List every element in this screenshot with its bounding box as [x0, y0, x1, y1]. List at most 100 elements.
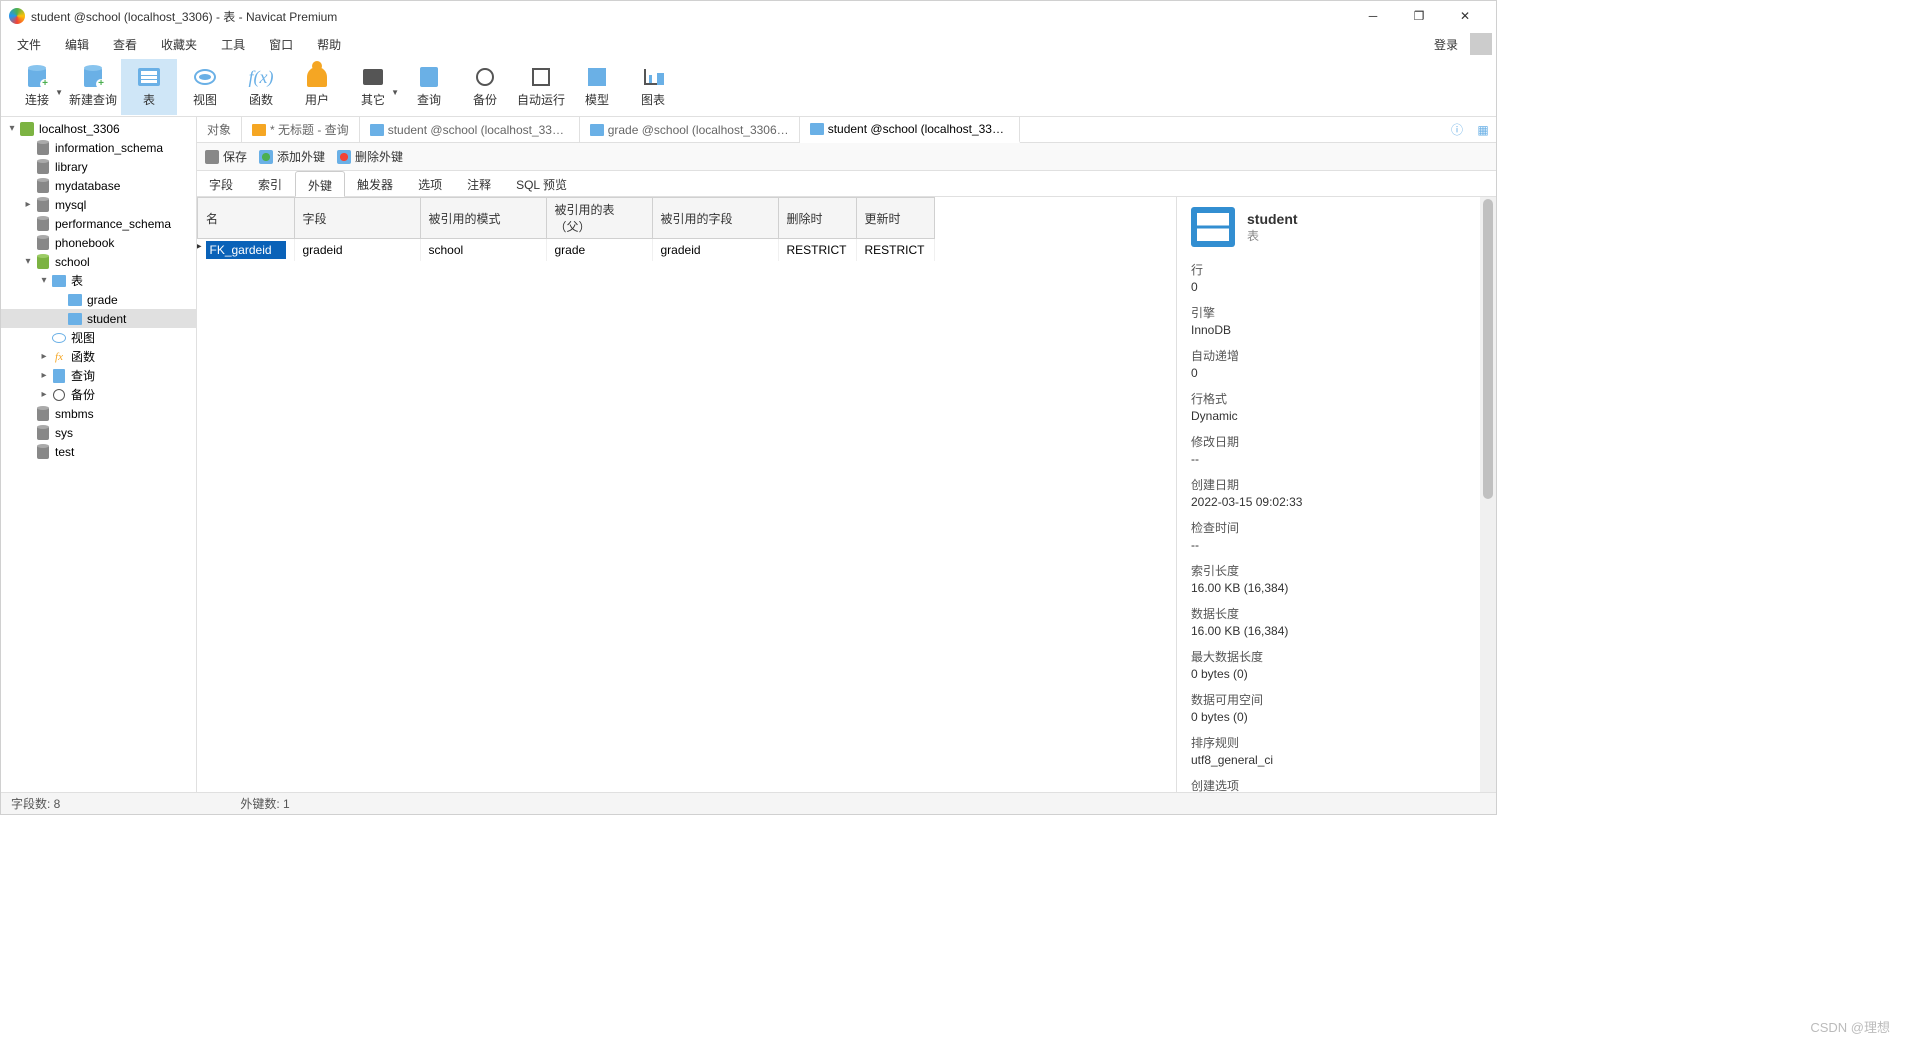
object-type: 表 [1247, 227, 1298, 244]
prop-行格式: 行格式Dynamic [1191, 390, 1482, 423]
toolbar-query[interactable]: 查询 [401, 59, 457, 115]
tab[interactable]: * 无标题 - 查询 [242, 117, 360, 142]
tree-item-mysql[interactable]: ▸mysql [1, 195, 196, 214]
tree-arrow-icon[interactable]: ▸ [37, 351, 51, 362]
tree-item-school[interactable]: ▾school [1, 252, 196, 271]
tab-icon [252, 124, 266, 136]
tree-dbs-icon [35, 140, 51, 156]
fk-row[interactable]: ▸FK_gardeidgradeidschoolgradegradeidREST… [198, 239, 935, 262]
avatar-icon[interactable] [1470, 33, 1492, 55]
tab[interactable]: 对象 [197, 117, 242, 142]
menu-文件[interactable]: 文件 [5, 32, 53, 57]
tree-item-performance_schema[interactable]: performance_schema [1, 214, 196, 233]
toolbar-user[interactable]: 用户 [289, 59, 345, 115]
connection-tree[interactable]: ▾localhost_3306information_schemalibrary… [1, 117, 197, 792]
tree-item-test[interactable]: test [1, 442, 196, 461]
tree-item-mydatabase[interactable]: mydatabase [1, 176, 196, 195]
toolbar-autorun[interactable]: 自动运行 [513, 59, 569, 115]
menu-查看[interactable]: 查看 [101, 32, 149, 57]
tree-qry-icon [51, 368, 67, 384]
save-button[interactable]: 保存 [205, 148, 247, 165]
tree-item-备份[interactable]: ▸备份 [1, 385, 196, 404]
tree-arrow-icon[interactable]: ▾ [37, 275, 51, 286]
tree-item-student[interactable]: student [1, 309, 196, 328]
info-icon[interactable]: ⓘ [1444, 117, 1470, 142]
main-toolbar: +连接▼+新建查询表视图f(x)函数用户其它▼查询备份自动运行模型图表 [1, 57, 1496, 117]
subtab-选项[interactable]: 选项 [406, 171, 455, 196]
toolbar-view[interactable]: 视图 [177, 59, 233, 115]
tree-item-sys[interactable]: sys [1, 423, 196, 442]
col-header[interactable]: 被引用的模式 [420, 198, 546, 239]
fk-name-cell[interactable]: FK_gardeid [206, 241, 286, 259]
connect-icon: + [25, 65, 49, 89]
add-fk-button[interactable]: 添加外键 [259, 148, 325, 165]
subtab-外键[interactable]: 外键 [295, 171, 345, 197]
col-header[interactable]: 被引用的字段 [652, 198, 778, 239]
tree-arrow-icon[interactable]: ▾ [21, 256, 35, 267]
subtab-SQL 预览[interactable]: SQL 预览 [504, 171, 580, 196]
tree-item-library[interactable]: library [1, 157, 196, 176]
designer-subtabs: 字段索引外键触发器选项注释SQL 预览 [197, 171, 1496, 197]
toolbar-newquery[interactable]: +新建查询 [65, 59, 121, 115]
fk-onupdate-cell[interactable]: RESTRICT [856, 239, 934, 262]
properties-scrollbar[interactable] [1480, 197, 1496, 792]
col-header[interactable]: 更新时 [856, 198, 934, 239]
fk-reffield-cell[interactable]: gradeid [652, 239, 778, 262]
prop-自动递增: 自动递增0 [1191, 347, 1482, 380]
tree-arrow-icon[interactable]: ▸ [37, 370, 51, 381]
tab[interactable]: student @school (localhost_3306)... [800, 117, 1020, 143]
subtab-字段[interactable]: 字段 [197, 171, 246, 196]
toolbar-model[interactable]: 模型 [569, 59, 625, 115]
fk-ondelete-cell[interactable]: RESTRICT [778, 239, 856, 262]
tree-item-phonebook[interactable]: phonebook [1, 233, 196, 252]
minimize-button[interactable]: ─ [1350, 1, 1396, 31]
col-header[interactable]: 删除时 [778, 198, 856, 239]
tree-item-视图[interactable]: 视图 [1, 328, 196, 347]
tree-item-查询[interactable]: ▸查询 [1, 366, 196, 385]
subtab-触发器[interactable]: 触发器 [345, 171, 406, 196]
tree-item-smbms[interactable]: smbms [1, 404, 196, 423]
toolbar-other[interactable]: 其它▼ [345, 59, 401, 115]
fk-parent-cell[interactable]: grade [546, 239, 652, 262]
tree-arrow-icon[interactable]: ▸ [21, 199, 35, 210]
close-button[interactable]: ✕ [1442, 1, 1488, 31]
col-header[interactable]: 被引用的表（父） [546, 198, 652, 239]
col-header[interactable]: 字段 [294, 198, 420, 239]
newquery-icon: + [81, 65, 105, 89]
dropdown-icon: ▼ [55, 88, 63, 97]
tab[interactable]: student @school (localhost_3306)... [360, 117, 580, 142]
tree-tbl-icon [67, 292, 83, 308]
menu-收藏夹[interactable]: 收藏夹 [149, 32, 209, 57]
tree-dbs-icon [35, 178, 51, 194]
foreign-key-grid[interactable]: 名字段被引用的模式被引用的表（父）被引用的字段删除时更新时▸FK_gardeid… [197, 197, 1176, 792]
toolbar-function[interactable]: f(x)函数 [233, 59, 289, 115]
statusbar: 字段数: 8 外键数: 1 [1, 792, 1496, 814]
col-header[interactable]: 名 [198, 198, 295, 239]
prop-行: 行0 [1191, 261, 1482, 294]
prop-创建选项: 创建选项 [1191, 777, 1482, 792]
fk-schema-cell[interactable]: school [420, 239, 546, 262]
tree-item-localhost_3306[interactable]: ▾localhost_3306 [1, 119, 196, 138]
menu-编辑[interactable]: 编辑 [53, 32, 101, 57]
tree-arrow-icon[interactable]: ▾ [5, 123, 19, 134]
maximize-button[interactable]: ❐ [1396, 1, 1442, 31]
tree-item-grade[interactable]: grade [1, 290, 196, 309]
toolbar-table[interactable]: 表 [121, 59, 177, 115]
tree-item-information_schema[interactable]: information_schema [1, 138, 196, 157]
tree-item-函数[interactable]: ▸fx函数 [1, 347, 196, 366]
tab[interactable]: grade @school (localhost_3306) -... [580, 117, 800, 142]
toolbar-chart[interactable]: 图表 [625, 59, 681, 115]
fk-field-cell[interactable]: gradeid [294, 239, 420, 262]
tree-item-表[interactable]: ▾表 [1, 271, 196, 290]
delete-fk-button[interactable]: 删除外键 [337, 148, 403, 165]
tree-arrow-icon[interactable]: ▸ [37, 389, 51, 400]
subtab-注释[interactable]: 注释 [455, 171, 504, 196]
grid-icon[interactable]: ▦ [1470, 117, 1496, 142]
toolbar-backup[interactable]: 备份 [457, 59, 513, 115]
menu-帮助[interactable]: 帮助 [305, 32, 353, 57]
login-button[interactable]: 登录 [1426, 32, 1466, 57]
toolbar-connect[interactable]: +连接▼ [9, 59, 65, 115]
menu-工具[interactable]: 工具 [209, 32, 257, 57]
menu-窗口[interactable]: 窗口 [257, 32, 305, 57]
subtab-索引[interactable]: 索引 [246, 171, 295, 196]
